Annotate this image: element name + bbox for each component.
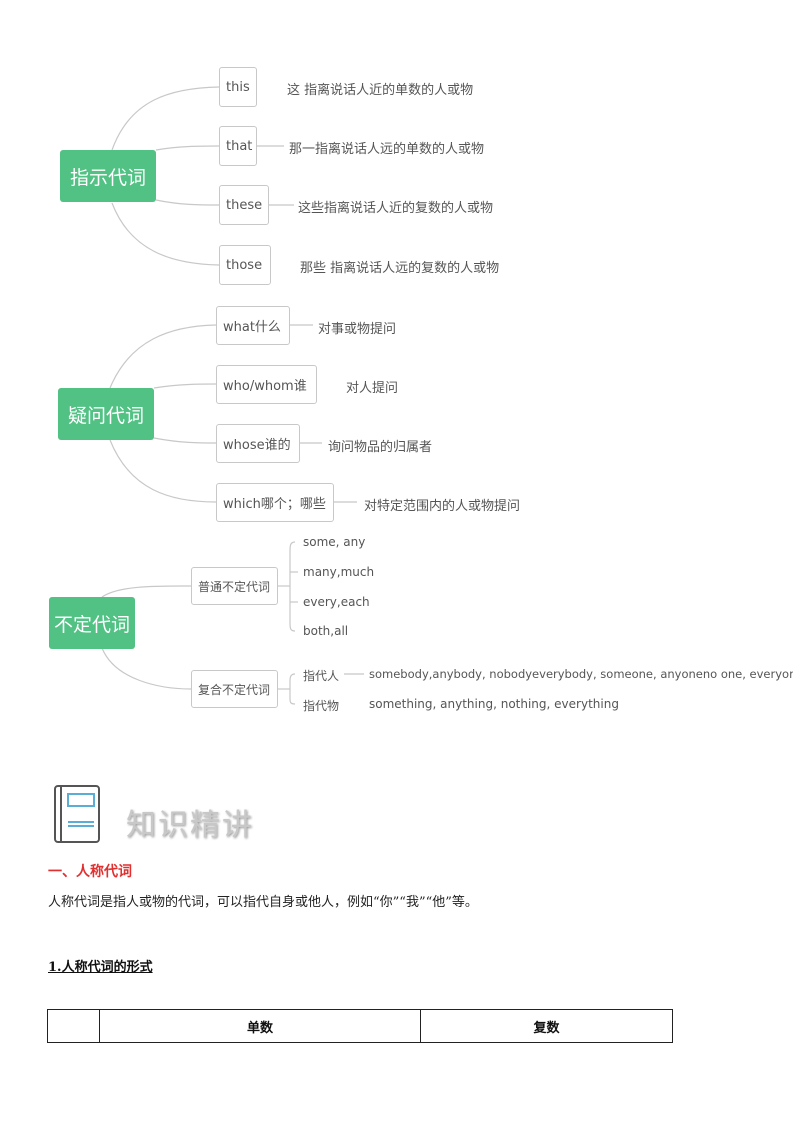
compound-value-thing: something, anything, nothing, everything <box>369 697 619 711</box>
node-common-indefinite: 普通不定代词 <box>191 567 278 605</box>
node-this: this <box>219 67 257 107</box>
node-what: what什么 <box>216 306 290 345</box>
node-compound-indefinite: 复合不定代词 <box>191 670 278 708</box>
heading-personal-pronouns: 一、人称代词 <box>48 864 132 880</box>
section-title: 知识精讲 <box>126 808 254 843</box>
paragraph-definition: 人称代词是指人或物的代词，可以指代自身或他人，例如“你”“我”“他”等。 <box>48 895 478 910</box>
root-demonstrative: 指示代词 <box>60 150 156 202</box>
pronoun-forms-table: 单数 复数 <box>47 1009 673 1043</box>
desc-that: 那一指离说话人远的单数的人或物 <box>289 142 485 157</box>
node-these: these <box>219 185 269 225</box>
desc-these: 这些指离说话人近的复数的人或物 <box>298 201 494 216</box>
desc-this: 这 指离说话人近的单数的人或物 <box>287 83 474 98</box>
node-that: that <box>219 126 257 166</box>
compound-key-thing: 指代物 <box>303 699 340 713</box>
node-those: those <box>219 245 271 285</box>
book-icon <box>52 784 102 846</box>
root-indefinite: 不定代词 <box>49 597 135 649</box>
node-whose: whose谁的 <box>216 424 300 463</box>
compound-key-person: 指代人 <box>303 669 340 683</box>
table-header-empty <box>47 1009 100 1043</box>
desc-those: 那些 指离说话人远的复数的人或物 <box>300 261 500 276</box>
desc-what: 对事或物提问 <box>318 322 397 337</box>
common-item-every-each: every,each <box>303 595 370 609</box>
table-header-plural: 复数 <box>420 1009 673 1043</box>
table-row: 单数 复数 <box>47 1009 673 1043</box>
common-item-many-much: many,much <box>303 565 375 579</box>
node-which: which哪个；哪些 <box>216 483 334 522</box>
desc-who: 对人提问 <box>346 381 399 396</box>
common-item-some-any: some, any <box>303 535 366 549</box>
desc-which: 对特定范围内的人或物提问 <box>364 499 521 514</box>
root-interrogative: 疑问代词 <box>58 388 154 440</box>
table-header-singular: 单数 <box>99 1009 421 1043</box>
node-who: who/whom谁 <box>216 365 317 404</box>
desc-whose: 询问物品的归属者 <box>328 440 433 455</box>
subheading-forms: 1.人称代词的形式 <box>48 960 153 975</box>
common-item-both-all: both,all <box>303 624 349 638</box>
compound-value-person: somebody,anybody, nobodyeverybody, someo… <box>369 667 793 681</box>
